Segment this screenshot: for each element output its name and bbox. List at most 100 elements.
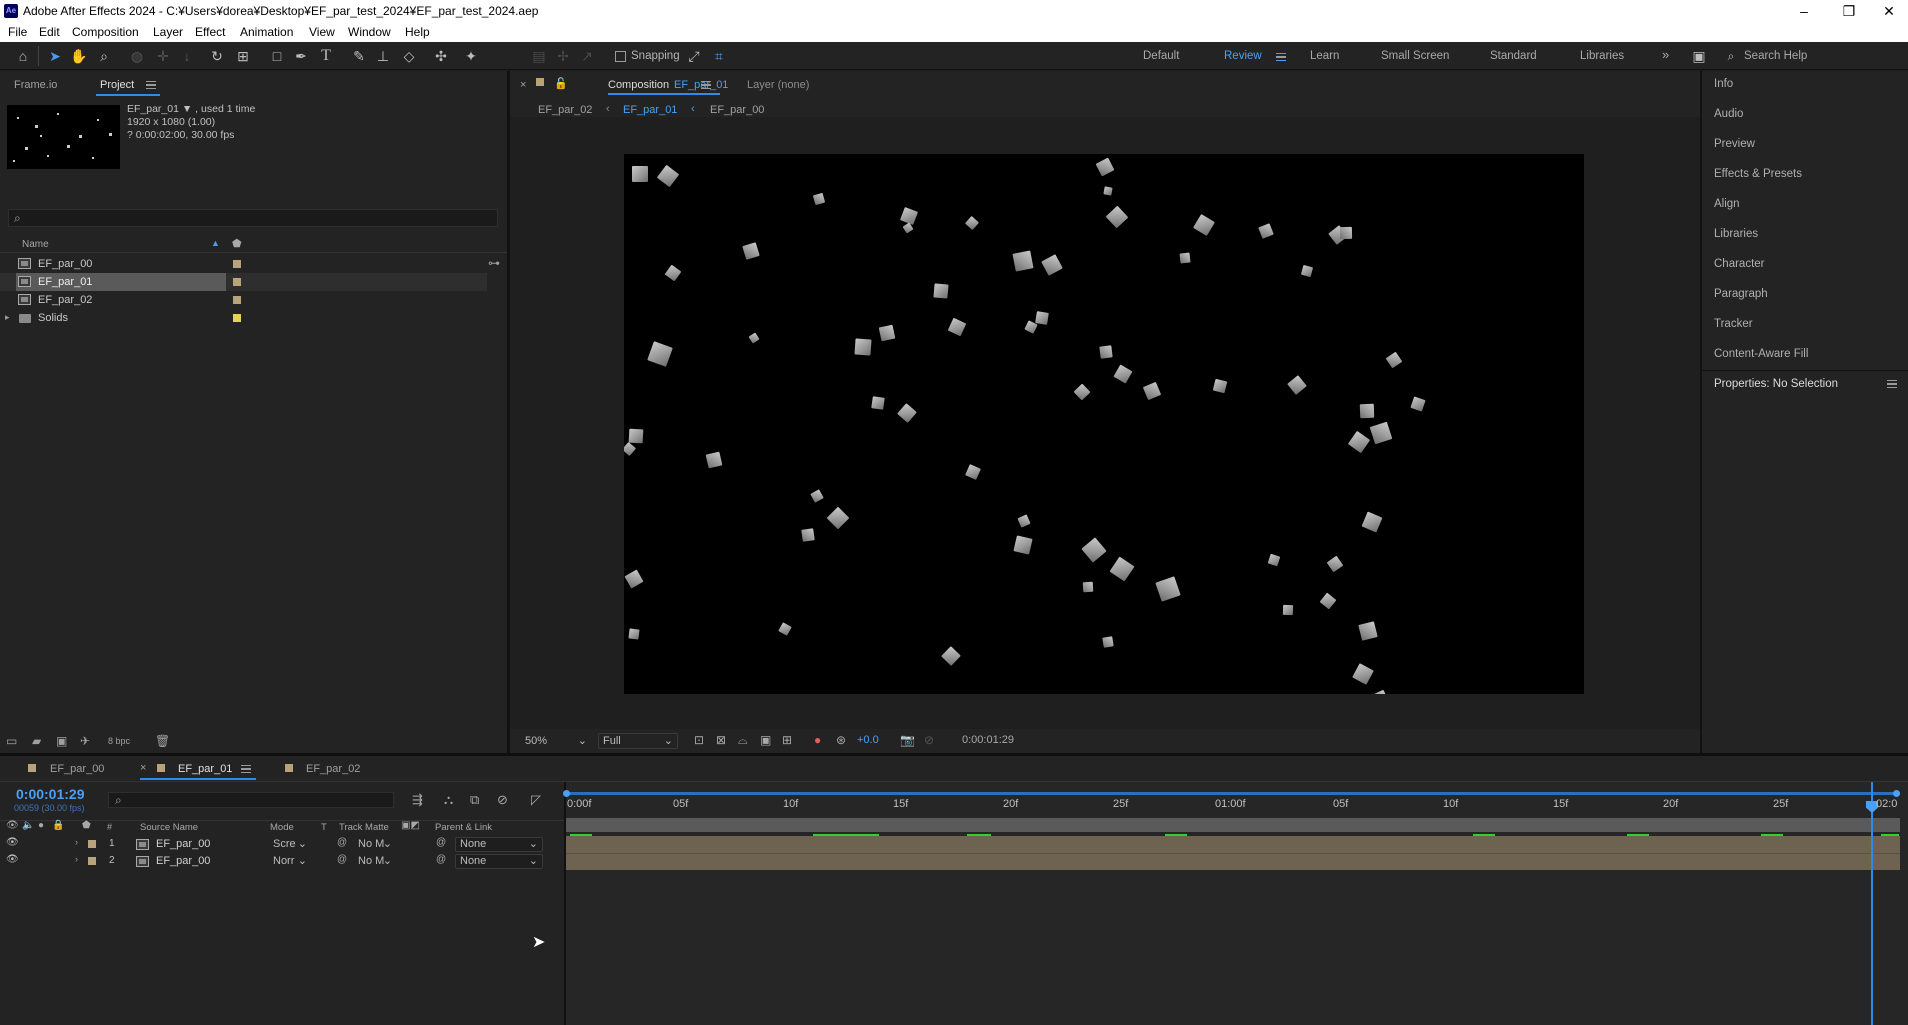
snapshot-camera-icon[interactable]: 📷 <box>900 733 915 747</box>
panel-audio[interactable]: Audio <box>1714 108 1743 120</box>
track-matte-dropdown[interactable]: No M ⌄ <box>353 854 395 869</box>
project-item[interactable]: EF_par_00 <box>0 255 487 273</box>
panel-content-aware-fill[interactable]: Content-Aware Fill <box>1714 348 1808 360</box>
comp-panel-menu-icon[interactable] <box>701 81 711 89</box>
project-item[interactable]: ▸ Solids <box>0 309 487 327</box>
orbit-camera-icon[interactable]: ◍ <box>128 47 146 65</box>
expand-arrow-icon[interactable]: ▸ <box>5 312 10 323</box>
menu-edit[interactable]: Edit <box>39 25 60 39</box>
safe-margins-icon[interactable]: ⊞ <box>782 733 792 747</box>
color-management-icon[interactable]: ⊛ <box>836 733 846 747</box>
timeline-tab-ef-par-01[interactable]: EF_par_01 <box>178 763 232 775</box>
project-panel-menu-icon[interactable] <box>146 81 156 89</box>
frame-blending-icon[interactable]: ⊘ <box>497 792 508 808</box>
snapping-checkbox[interactable] <box>615 51 626 62</box>
eye-icon[interactable]: 👁 <box>6 837 19 848</box>
exposure-value[interactable]: +0.0 <box>857 734 879 746</box>
parent-dropdown[interactable]: None ⌄ <box>455 854 543 869</box>
home-icon[interactable]: ⌂ <box>14 47 32 65</box>
channel-rgb-icon[interactable]: ● <box>814 733 821 747</box>
menu-window[interactable]: Window <box>348 25 391 39</box>
mask-visibility-icon[interactable]: ⌓ <box>738 733 748 748</box>
parent-pickwhip-icon[interactable]: @ <box>436 837 446 848</box>
timeline-search-input[interactable]: ⌕ <box>108 792 394 808</box>
hide-shy-layers-icon[interactable]: ⧉ <box>470 792 479 808</box>
zoom-dropdown[interactable]: 50% ⌄ <box>520 733 592 749</box>
pickwhip-icon[interactable]: @ <box>337 837 347 848</box>
breadcrumb-ef-par-00[interactable]: EF_par_00 <box>710 104 764 116</box>
layer-source-name[interactable]: EF_par_00 <box>156 855 210 867</box>
workspace-default[interactable]: Default <box>1143 50 1179 62</box>
panel-info[interactable]: Info <box>1714 78 1733 90</box>
region-of-interest-icon[interactable]: ⊡ <box>694 733 704 747</box>
dolly-camera-icon[interactable]: ↓ <box>178 47 196 65</box>
tab-frame-io[interactable]: Frame.io <box>14 79 57 91</box>
pen-tool-icon[interactable]: ✒ <box>292 47 310 65</box>
close-tab-icon[interactable]: × <box>140 762 146 774</box>
menu-view[interactable]: View <box>309 25 335 39</box>
lock-icon[interactable]: 🔓 <box>554 77 568 90</box>
eraser-tool-icon[interactable]: ◇ <box>400 47 418 65</box>
selection-tool-icon[interactable]: ➤ <box>46 47 64 65</box>
project-item[interactable]: EF_par_02 <box>0 291 487 309</box>
rotation-tool-icon[interactable]: ↻ <box>208 47 226 65</box>
pickwhip-icon[interactable]: @ <box>337 854 347 865</box>
timeline-menu-icon[interactable] <box>241 765 251 773</box>
expand-arrow-icon[interactable]: › <box>75 837 78 847</box>
graph-editor-icon[interactable]: ◸ <box>531 792 541 808</box>
tab-project[interactable]: Project <box>100 79 134 91</box>
composition-tab-prefix[interactable]: Composition <box>608 79 669 91</box>
search-help-input[interactable]: Search Help <box>1744 50 1807 62</box>
search-help-icon[interactable]: ⌕ <box>1722 47 1740 65</box>
panel-paragraph[interactable]: Paragraph <box>1714 288 1768 300</box>
timeline-layer-row[interactable]: 👁 › 2 EF_par_00 Norr ⌄ @ No M ⌄ @ None ⌄ <box>0 853 566 870</box>
panel-align[interactable]: Align <box>1714 198 1740 210</box>
anchor-point-tool-icon[interactable]: ⊞ <box>234 47 252 65</box>
layer-bar-1[interactable] <box>566 836 1900 853</box>
properties-menu-icon[interactable] <box>1887 380 1897 388</box>
label-color-swatch[interactable] <box>233 296 241 304</box>
workspace-review[interactable]: Review <box>1224 50 1262 62</box>
layer-label-swatch[interactable] <box>88 857 96 865</box>
workspace-standard[interactable]: Standard <box>1490 50 1537 62</box>
timeline-layer-row[interactable]: 👁 › 1 EF_par_00 Scre ⌄ @ No M ⌄ @ None ⌄ <box>0 836 566 853</box>
pan-camera-icon[interactable]: ✛ <box>154 47 172 65</box>
render-queue-icon[interactable]: ✈ <box>80 734 90 748</box>
source-name-header[interactable]: Source Name <box>140 822 198 833</box>
grid-guides-icon[interactable]: ▣ <box>760 733 771 747</box>
breadcrumb-ef-par-01[interactable]: EF_par_01 <box>623 104 677 116</box>
transparency-grid-icon[interactable]: ⊠ <box>716 733 726 747</box>
menu-effect[interactable]: Effect <box>195 25 225 39</box>
share-icon[interactable]: ▣ <box>1690 47 1708 65</box>
work-area-end-handle[interactable] <box>1893 790 1900 797</box>
label-color-swatch[interactable] <box>233 278 241 286</box>
panel-character[interactable]: Character <box>1714 258 1765 270</box>
viewer-timecode[interactable]: 0:00:01:29 <box>962 734 1014 746</box>
workspace-libraries[interactable]: Libraries <box>1580 50 1624 62</box>
workspace-menu-icon[interactable] <box>1276 53 1286 61</box>
panel-libraries[interactable]: Libraries <box>1714 228 1758 240</box>
panel-preview[interactable]: Preview <box>1714 138 1755 150</box>
close-tab-icon[interactable]: × <box>520 79 526 91</box>
new-folder-icon[interactable]: ▰ <box>32 734 41 748</box>
parent-pickwhip-icon[interactable]: @ <box>436 854 446 865</box>
brush-tool-icon[interactable]: ✎ <box>350 47 368 65</box>
parent-dropdown[interactable]: None ⌄ <box>455 837 543 852</box>
new-composition-icon[interactable]: ▣ <box>56 734 67 748</box>
resolution-dropdown[interactable]: Full ⌄ <box>598 733 678 749</box>
panel-tracker[interactable]: Tracker <box>1714 318 1753 330</box>
work-area-bar[interactable] <box>566 792 1900 795</box>
type-tool-icon[interactable]: T <box>317 47 335 65</box>
track-matte-dropdown[interactable]: No M ⌄ <box>353 837 395 852</box>
roto-brush-tool-icon[interactable]: ✣ <box>432 47 450 65</box>
bit-depth-label[interactable]: 8 bpc <box>108 736 130 746</box>
eye-icon[interactable]: 👁 <box>6 854 19 865</box>
rectangle-tool-icon[interactable]: □ <box>268 47 286 65</box>
close-icon[interactable]: ✕ <box>1866 0 1908 22</box>
minimize-icon[interactable]: – <box>1781 0 1827 22</box>
timeline-tab-ef-par-00[interactable]: EF_par_00 <box>50 763 104 775</box>
flowchart-icon[interactable]: ⊶ <box>488 256 500 270</box>
menu-animation[interactable]: Animation <box>240 25 293 39</box>
clone-stamp-tool-icon[interactable]: ⊥ <box>374 47 392 65</box>
timeline-timecode[interactable]: 0:00:01:29 <box>16 786 85 802</box>
